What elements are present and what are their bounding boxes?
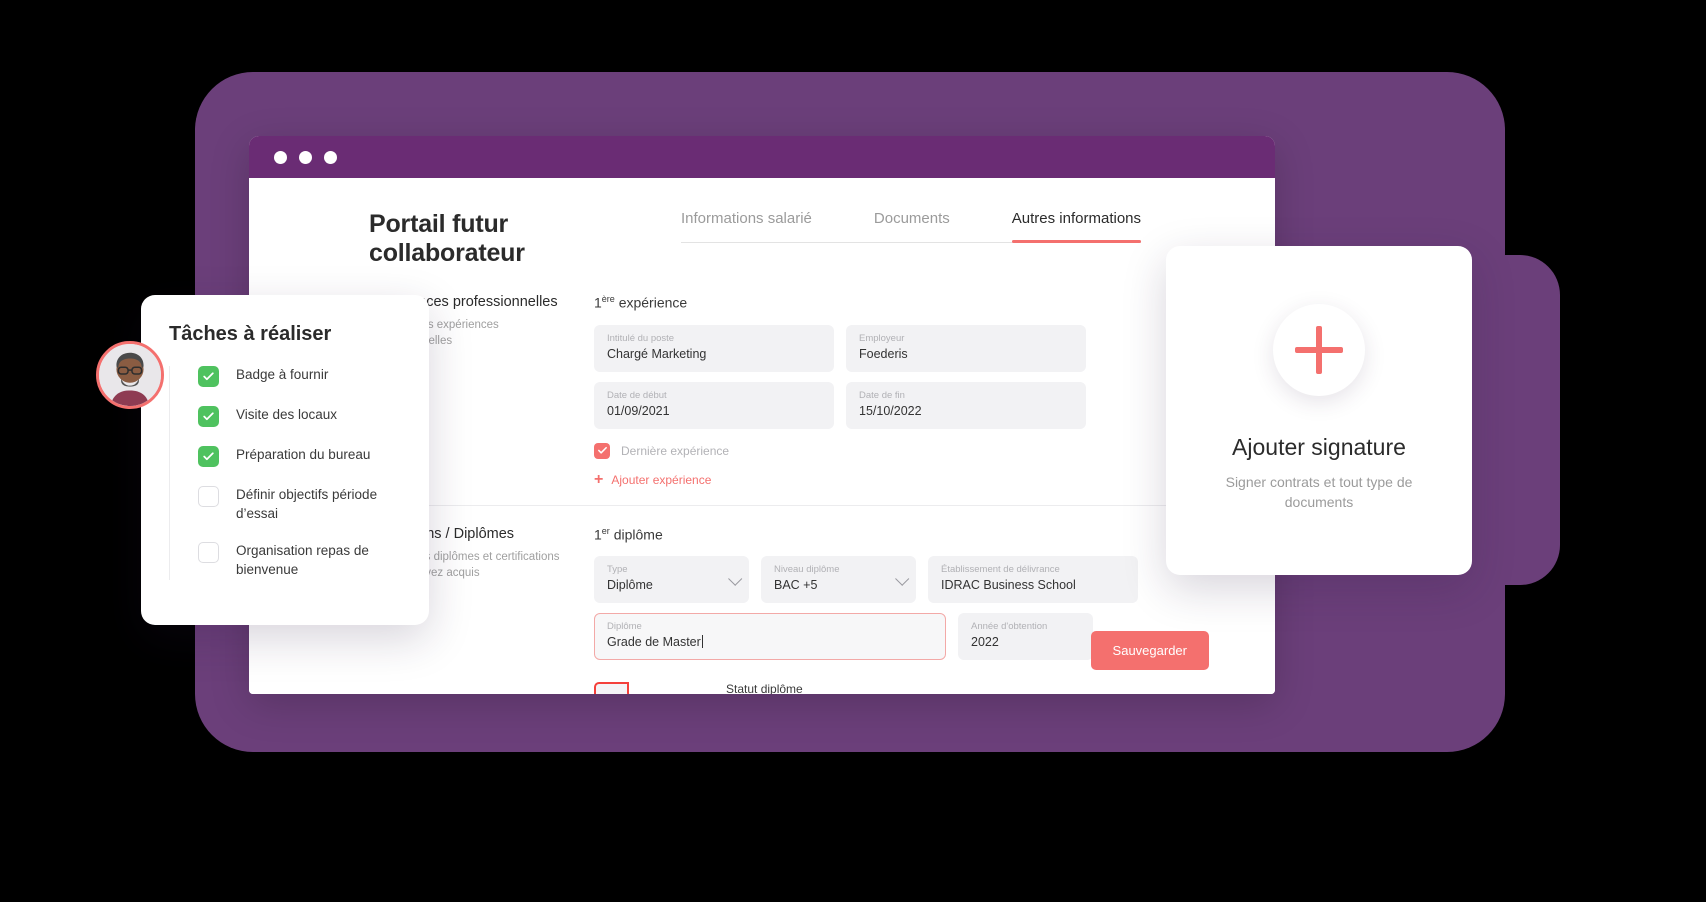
task-label: Visite des locaux bbox=[236, 407, 338, 422]
status-title: Statut diplôme bbox=[726, 682, 803, 694]
window-maximize-dot[interactable] bbox=[324, 150, 337, 164]
task-label: Définir objectifs période d’essai bbox=[236, 487, 378, 521]
task-label: Badge à fournir bbox=[236, 367, 329, 382]
window-close-dot[interactable] bbox=[274, 150, 287, 164]
end-date-value: 15/10/2022 bbox=[859, 403, 922, 418]
app-header: Portail futur collaborateur Informations… bbox=[249, 178, 1275, 268]
add-experience-label: Ajouter expérience bbox=[611, 472, 712, 487]
plus-icon bbox=[1295, 326, 1343, 374]
list-item[interactable]: Définir objectifs période d’essai bbox=[198, 486, 405, 523]
diploma-document-row: PDF 📎 Ajouter Statut diplôme VALIDÉ bbox=[594, 682, 1275, 694]
list-item[interactable]: Visite des locaux bbox=[198, 406, 405, 427]
active-tab-indicator bbox=[1011, 240, 1142, 243]
diploma-name-value: Grade de Master bbox=[607, 633, 933, 651]
tab-informations-salarie[interactable]: Informations salarié bbox=[681, 210, 812, 243]
pdf-file-icon[interactable]: PDF bbox=[594, 682, 642, 694]
tablet-frame-side-tab bbox=[1490, 255, 1560, 585]
checkbox-unchecked-icon[interactable] bbox=[198, 486, 219, 507]
task-label: Organisation repas de bienvenue bbox=[236, 543, 369, 577]
task-label: Préparation du bureau bbox=[236, 447, 371, 462]
diploma-type-select[interactable]: Type Diplôme bbox=[594, 556, 749, 604]
list-item[interactable]: Organisation repas de bienvenue bbox=[198, 542, 405, 579]
checkbox-checked-icon[interactable] bbox=[594, 442, 610, 459]
diploma-name-input[interactable]: Diplôme Grade de Master bbox=[594, 613, 946, 661]
ordinal-text: expérience bbox=[614, 294, 688, 311]
ordinal-number: 1 bbox=[594, 294, 602, 311]
page-title: Portail futur collaborateur bbox=[369, 210, 525, 267]
employer-value: Foederis bbox=[859, 346, 908, 361]
checkbox-unchecked-icon[interactable] bbox=[198, 542, 219, 564]
end-date-label: Date de fin bbox=[859, 389, 905, 401]
tab-autres-informations[interactable]: Autres informations bbox=[1012, 210, 1141, 243]
start-date-field[interactable]: Date de début 01/09/2021 bbox=[594, 381, 834, 429]
window-minimize-dot[interactable] bbox=[299, 150, 312, 164]
checkbox-checked-icon[interactable] bbox=[198, 366, 219, 387]
checkbox-checked-icon[interactable] bbox=[198, 446, 219, 467]
diploma-year-value: 2022 bbox=[971, 635, 999, 650]
job-title-label: Intitulé du poste bbox=[607, 332, 675, 344]
diploma-ordinal-suffix: er bbox=[601, 525, 610, 536]
add-signature-circle-button[interactable] bbox=[1273, 304, 1365, 396]
diploma-level-select[interactable]: Niveau diplôme BAC +5 bbox=[761, 556, 916, 604]
diploma-status-block: Statut diplôme VALIDÉ bbox=[726, 682, 803, 694]
tasks-card: Tâches à réaliser Badge à fournir Visite… bbox=[141, 295, 429, 625]
diploma-name-text: Grade de Master bbox=[607, 635, 701, 650]
browser-titlebar bbox=[249, 136, 1275, 178]
avatar-portrait bbox=[99, 344, 161, 406]
ordinal-suffix: ère bbox=[601, 294, 615, 304]
diploma-level-label: Niveau diplôme bbox=[774, 564, 840, 576]
checkbox-checked-icon[interactable] bbox=[198, 406, 219, 427]
diploma-name-label: Diplôme bbox=[607, 621, 642, 633]
diploma-institution-field[interactable]: Établissement de délivrance IDRAC Busine… bbox=[928, 556, 1138, 604]
diploma-ordinal-number: 1 bbox=[594, 526, 602, 543]
diploma-type-value: Diplôme bbox=[607, 578, 653, 593]
diploma-ordinal-text: diplôme bbox=[609, 526, 663, 543]
tab-bar: Informations salarié Documents Autres in… bbox=[681, 210, 1203, 243]
job-title-value: Chargé Marketing bbox=[607, 346, 707, 361]
job-title-field[interactable]: Intitulé du poste Chargé Marketing bbox=[594, 324, 834, 372]
signature-card-title: Ajouter signature bbox=[1232, 434, 1406, 460]
start-date-label: Date de début bbox=[607, 389, 667, 401]
text-cursor bbox=[701, 635, 703, 649]
pdf-attachment-block: PDF 📎 Ajouter bbox=[594, 682, 686, 694]
last-experience-label: Dernière expérience bbox=[621, 443, 730, 458]
tab-documents[interactable]: Documents bbox=[874, 210, 950, 243]
end-date-field[interactable]: Date de fin 15/10/2022 bbox=[846, 381, 1086, 429]
diploma-institution-value: IDRAC Business School bbox=[941, 578, 1076, 593]
section-divider bbox=[369, 504, 1275, 506]
diploma-type-label: Type bbox=[607, 564, 628, 576]
pdf-corner-fold bbox=[627, 682, 642, 694]
list-item[interactable]: Badge à fournir bbox=[198, 366, 405, 387]
tasks-card-title: Tâches à réaliser bbox=[169, 323, 332, 345]
list-item[interactable]: Préparation du bureau bbox=[198, 446, 405, 467]
diploma-year-label: Année d'obtention bbox=[971, 621, 1048, 633]
employer-label: Employeur bbox=[859, 332, 905, 344]
tasks-list: Badge à fournir Visite des locaux Prépar… bbox=[169, 366, 405, 580]
diploma-institution-label: Établissement de délivrance bbox=[941, 564, 1060, 576]
save-button[interactable]: Sauvegarder bbox=[1090, 631, 1209, 670]
signature-card-subtitle: Signer contrats et tout type de document… bbox=[1225, 474, 1413, 511]
diploma-year-field[interactable]: Année d'obtention 2022 bbox=[958, 613, 1093, 661]
diploma-level-value: BAC +5 bbox=[774, 578, 818, 593]
signature-card[interactable]: Ajouter signature Signer contrats et tou… bbox=[1166, 246, 1472, 575]
avatar bbox=[96, 341, 164, 409]
employer-field[interactable]: Employeur Foederis bbox=[846, 324, 1086, 372]
start-date-value: 01/09/2021 bbox=[607, 403, 670, 418]
